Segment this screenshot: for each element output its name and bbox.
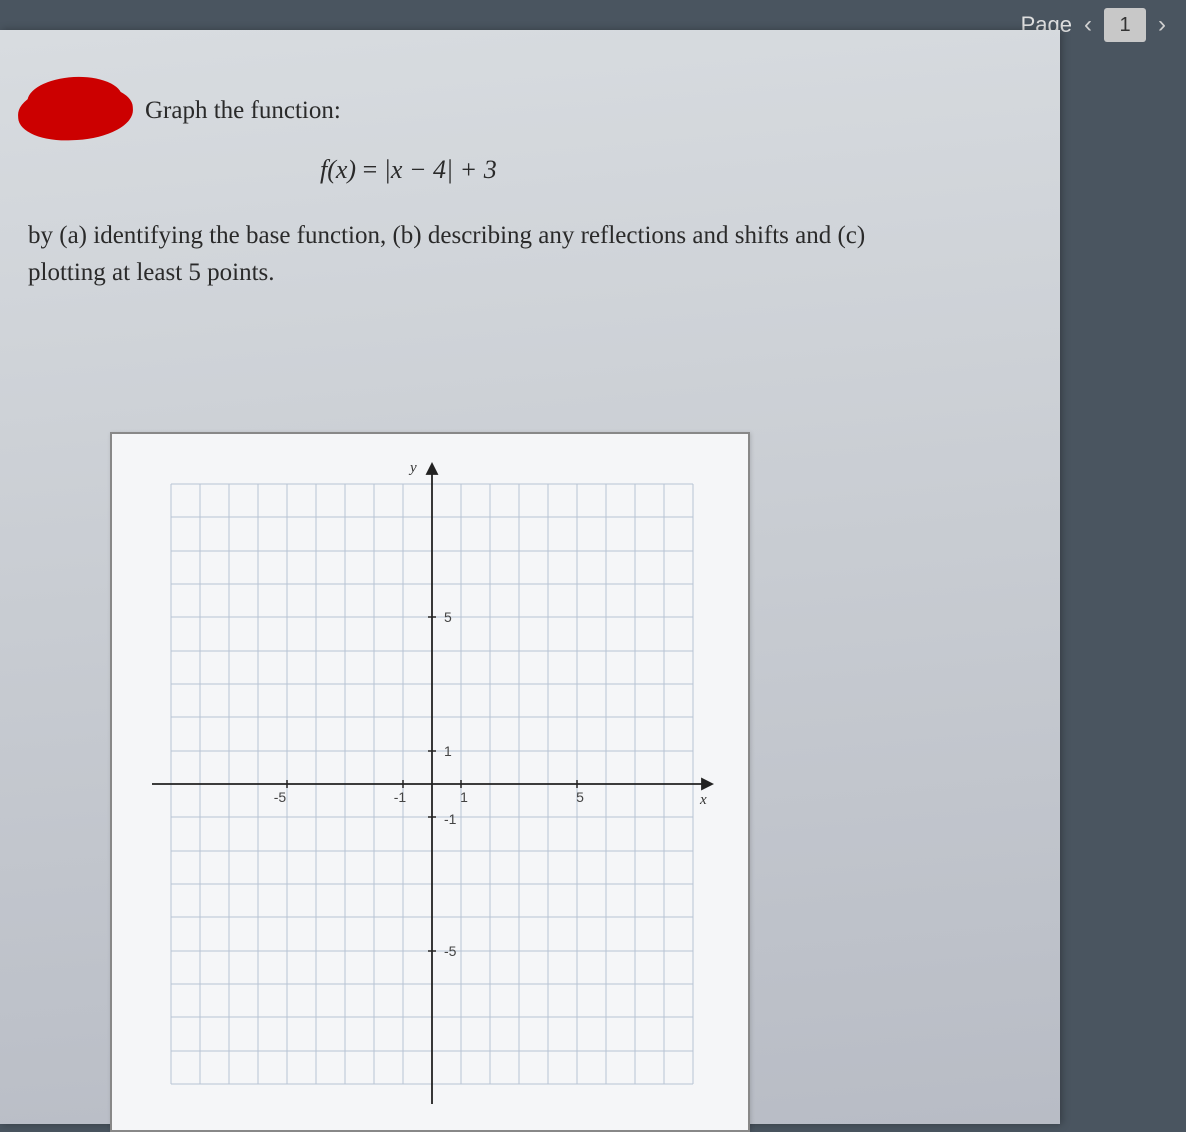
page-number-input[interactable]: 1: [1104, 8, 1146, 42]
y-tick-neg5: -5: [444, 943, 457, 959]
prompt-text: Graph the function:: [145, 92, 1030, 130]
y-tick-1: 1: [444, 743, 452, 759]
x-tick-1: 1: [460, 789, 468, 805]
document-page: Graph the function: f(x) = |x − 4| + 3 b…: [0, 30, 1060, 1124]
x-tick-neg5: -5: [274, 789, 287, 805]
graph-area: y x -5 -1 1 5 5 1 -1 -5: [110, 432, 750, 1132]
x-axis-label: x: [699, 792, 707, 808]
prev-page-button[interactable]: ‹: [1084, 11, 1092, 39]
next-page-button[interactable]: ›: [1158, 11, 1166, 39]
x-tick-neg1: -1: [394, 789, 407, 805]
equation: f(x) = |x − 4| + 3: [320, 150, 1030, 189]
y-tick-neg1: -1: [444, 811, 457, 827]
coordinate-grid: y x -5 -1 1 5 5 1 -1 -5: [142, 454, 722, 1114]
instructions-text: by (a) identifying the base function, (b…: [28, 217, 878, 292]
y-tick-5: 5: [444, 609, 452, 625]
y-axis-label: y: [408, 460, 417, 476]
x-tick-5: 5: [576, 789, 584, 805]
problem-statement: Graph the function: f(x) = |x − 4| + 3 b…: [20, 92, 1030, 292]
